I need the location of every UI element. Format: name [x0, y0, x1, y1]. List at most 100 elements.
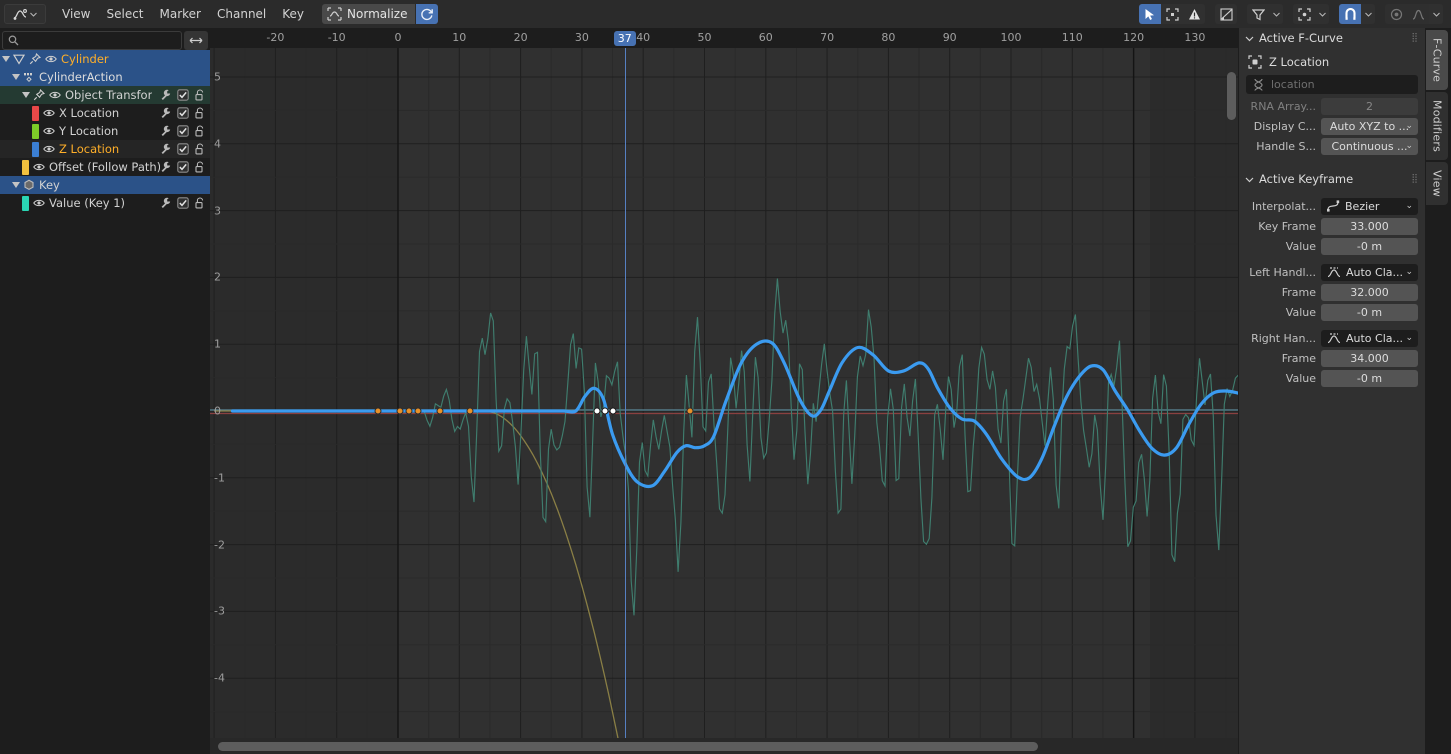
keyframe-point[interactable]	[436, 407, 444, 415]
checkbox-icon[interactable]	[177, 143, 189, 155]
channel-row-cylinder[interactable]: Cylinder	[0, 50, 210, 68]
cursor-select-tool[interactable]	[1139, 4, 1161, 24]
editor-type-selector[interactable]	[4, 4, 46, 24]
menu-channel[interactable]: Channel	[209, 4, 274, 24]
search-input[interactable]	[2, 30, 182, 50]
proportional-caret[interactable]	[1315, 4, 1329, 24]
checkbox-icon[interactable]	[177, 89, 189, 101]
channel-row-object-transfor[interactable]: Object Transfor	[0, 86, 210, 104]
checkbox-icon[interactable]	[177, 107, 189, 119]
object-data-icon[interactable]	[13, 53, 25, 65]
channel-row-y-location[interactable]: Y Location	[0, 122, 210, 140]
display-color-dropdown[interactable]: Auto XYZ to ... ⌄	[1321, 117, 1418, 135]
unlock-icon[interactable]	[194, 89, 206, 101]
handle-smoothing-dropdown[interactable]: Continuous ... ⌄	[1321, 137, 1418, 155]
triangle-down-icon[interactable]	[2, 56, 10, 62]
pin-icon[interactable]	[29, 53, 41, 65]
eye-icon[interactable]	[45, 53, 57, 65]
curve-plot-area[interactable]: 5 4 3 2 1 0 -1 -2 -3 -4	[210, 48, 1238, 738]
channel-row-cylinderaction[interactable]: CylinderAction	[0, 68, 210, 86]
left-value-value[interactable]: -0 m	[1321, 303, 1418, 321]
channel-row-value-key-1[interactable]: Value (Key 1)	[0, 194, 210, 212]
eye-icon[interactable]	[43, 143, 55, 155]
menu-view[interactable]: View	[54, 4, 98, 24]
eye-icon[interactable]	[49, 89, 61, 101]
filter-caret[interactable]	[1269, 4, 1283, 24]
wrench-icon[interactable]	[160, 197, 172, 209]
keyframe-point[interactable]	[466, 407, 474, 415]
only-selected-curve-keyframes-toggle[interactable]	[1183, 4, 1205, 24]
left-frame-value[interactable]: 32.000	[1321, 283, 1418, 301]
keyframe-point[interactable]	[414, 407, 422, 415]
channel-row-x-location[interactable]: X Location	[0, 104, 210, 122]
keyframe-point-selected[interactable]	[601, 407, 609, 415]
unlock-icon[interactable]	[194, 197, 206, 209]
normalize-toggle[interactable]: Normalize	[322, 4, 416, 24]
filter-dropdown[interactable]	[1247, 4, 1269, 24]
checkbox-icon[interactable]	[177, 125, 189, 137]
checkbox-icon[interactable]	[177, 197, 189, 209]
wrench-icon[interactable]	[160, 143, 172, 155]
triangle-down-icon[interactable]	[12, 74, 20, 80]
pivot-point-selector[interactable]	[1385, 4, 1407, 24]
checkbox-icon[interactable]	[177, 161, 189, 173]
menu-marker[interactable]: Marker	[152, 4, 209, 24]
proportional-edit-toggle[interactable]	[1293, 4, 1315, 24]
horizontal-scrollbar-track[interactable]	[210, 738, 1238, 754]
triangle-down-icon[interactable]	[12, 182, 20, 188]
eye-icon[interactable]	[33, 197, 45, 209]
action-icon[interactable]	[23, 71, 35, 83]
wrench-icon[interactable]	[160, 125, 172, 137]
sidebar-tab-view[interactable]: View	[1426, 162, 1448, 206]
vertical-scrollbar[interactable]	[1227, 72, 1236, 120]
menu-select[interactable]: Select	[98, 4, 151, 24]
channel-row-key[interactable]: Key	[0, 176, 210, 194]
wrench-icon[interactable]	[160, 89, 172, 101]
active-fcurve-panel-header[interactable]: Active F-Curve ⣿	[1239, 28, 1425, 48]
active-keyframe-panel-header[interactable]: Active Keyframe ⣿	[1239, 169, 1425, 189]
keyframe-point[interactable]	[374, 407, 382, 415]
auto-refresh-toggle[interactable]	[416, 4, 439, 24]
snap-toggle[interactable]	[1339, 4, 1361, 24]
channel-row-z-location[interactable]: Z Location	[0, 140, 210, 158]
pin-icon[interactable]	[33, 89, 45, 101]
horizontal-scrollbar[interactable]	[218, 742, 1038, 751]
playhead-line[interactable]	[624, 48, 626, 738]
data-path-field[interactable]: location	[1246, 75, 1418, 94]
left-handle-dropdown[interactable]: Auto Cla... ⌄	[1321, 263, 1418, 281]
box-select-tool[interactable]	[1161, 4, 1183, 24]
keyframe-point-selected[interactable]	[593, 407, 601, 415]
unlock-icon[interactable]	[194, 143, 206, 155]
unlock-icon[interactable]	[194, 107, 206, 119]
wrench-icon[interactable]	[160, 161, 172, 173]
right-frame-value[interactable]: 34.000	[1321, 349, 1418, 367]
frame-ruler[interactable]: -20 -10 0 10 20 30 40 50 60 70 80 90 100 110 120 130 37	[210, 28, 1238, 48]
key-value-value[interactable]: -0 m	[1321, 237, 1418, 255]
eye-icon[interactable]	[33, 161, 45, 173]
key-frame-value[interactable]: 33.000	[1321, 217, 1418, 235]
wrench-icon[interactable]	[160, 107, 172, 119]
eye-icon[interactable]	[43, 125, 55, 137]
keyframe-point[interactable]	[405, 407, 413, 415]
right-handle-dropdown[interactable]: Auto Cla... ⌄	[1321, 329, 1418, 347]
unlock-icon[interactable]	[194, 125, 206, 137]
interpolation-dropdown[interactable]: Bezier ⌄	[1321, 197, 1418, 215]
triangle-down-icon[interactable]	[22, 92, 30, 98]
keyframe-point-selected[interactable]	[609, 407, 617, 415]
snap-caret[interactable]	[1361, 4, 1375, 24]
sidebar-tab-f-curve[interactable]: F-Curve	[1426, 30, 1448, 91]
right-value-value[interactable]: -0 m	[1321, 369, 1418, 387]
channel-row-offset-follow-path[interactable]: Offset (Follow Path)	[0, 158, 210, 176]
unlock-icon[interactable]	[194, 161, 206, 173]
auto-handle-smoothing[interactable]	[1407, 4, 1429, 24]
handle-caret[interactable]	[1429, 4, 1443, 24]
keyframe-point[interactable]	[396, 407, 404, 415]
menu-key[interactable]: Key	[274, 4, 312, 24]
expand-channels-button[interactable]	[184, 30, 208, 50]
keyframe-point[interactable]	[686, 407, 694, 415]
sidebar-tab-modifiers[interactable]: Modifiers	[1426, 92, 1448, 161]
shapekey-icon[interactable]	[23, 179, 35, 191]
ghost-curves-toggle[interactable]	[1215, 4, 1237, 24]
playhead-frame-badge[interactable]: 37	[613, 31, 636, 46]
eye-icon[interactable]	[43, 107, 55, 119]
